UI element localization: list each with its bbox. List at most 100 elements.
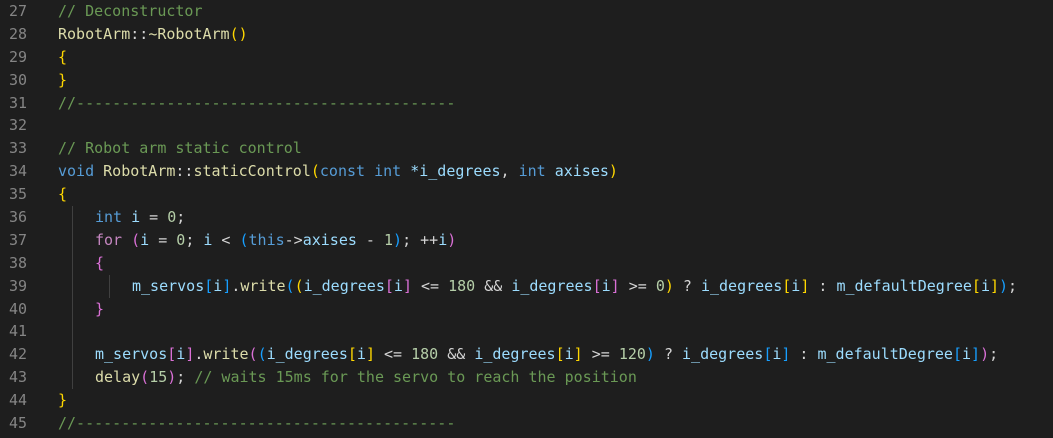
- code-token: //--------------------------------------…: [58, 93, 456, 112]
- code-token: ;: [1008, 276, 1018, 295]
- code-token: 120: [618, 345, 646, 364]
- line-number: 29: [8, 47, 27, 66]
- indent-guide: [72, 206, 73, 229]
- code-token: [: [971, 276, 981, 295]
- code-line[interactable]: 43 delay(15); // waits 15ms for the servo…: [0, 366, 1053, 390]
- code-text: // Deconstructor: [58, 0, 203, 23]
- code-token: // Deconstructor: [58, 2, 203, 20]
- code-token: int: [518, 162, 546, 181]
- code-token: ;: [185, 230, 204, 249]
- code-line[interactable]: 36 int i = 0;: [0, 206, 1053, 229]
- line-number: 45: [8, 414, 27, 433]
- code-token: {: [58, 47, 68, 66]
- code-token: ?: [654, 345, 683, 364]
- code-token: RobotArm: [103, 162, 176, 181]
- code-token: write: [203, 345, 249, 364]
- code-token: (): [229, 24, 248, 43]
- code-token: [: [555, 345, 565, 364]
- code-text: // Robot arm static control: [58, 137, 302, 160]
- code-text: int i = 0;: [95, 206, 185, 229]
- line-number: 30: [8, 70, 27, 89]
- code-token: :: [809, 276, 837, 295]
- code-token: 1: [384, 230, 394, 249]
- code-token: int: [95, 208, 123, 227]
- line-number: 37: [8, 230, 27, 249]
- indent-guide: [72, 228, 73, 252]
- code-token: void: [58, 162, 95, 181]
- line-number: 43: [8, 368, 27, 387]
- code-token: i: [140, 230, 150, 249]
- code-token: <=: [411, 276, 449, 295]
- code-line[interactable]: 41: [0, 320, 1053, 344]
- code-line[interactable]: 45 //------------------------------------…: [0, 412, 1053, 435]
- code-line[interactable]: 38 {: [0, 251, 1053, 275]
- code-text: {: [58, 183, 67, 206]
- code-token: =: [140, 208, 168, 227]
- code-token: [: [952, 345, 962, 364]
- line-number: 33: [8, 139, 27, 158]
- code-token: for: [95, 230, 123, 249]
- code-token: axises: [302, 230, 357, 249]
- code-token: {: [95, 253, 105, 272]
- code-token: {: [58, 185, 68, 204]
- code-text: }: [58, 389, 67, 412]
- code-token: ::: [175, 162, 194, 181]
- line-number: 34: [8, 162, 27, 181]
- code-token: axises: [554, 162, 609, 181]
- code-token: }: [58, 70, 68, 89]
- code-token: m_servos: [132, 276, 205, 295]
- code-line[interactable]: 29 {: [0, 46, 1053, 69]
- code-line[interactable]: 28 RobotArm::~RobotArm(): [0, 23, 1053, 46]
- code-line[interactable]: 44}: [0, 389, 1053, 412]
- code-token: i: [176, 345, 186, 364]
- code-token: //--------------------------------------…: [58, 414, 456, 433]
- code-line[interactable]: 33 // Robot arm static control: [0, 137, 1053, 160]
- code-token: &&: [438, 345, 475, 364]
- code-token: }: [95, 299, 105, 318]
- code-token: i: [962, 345, 972, 364]
- code-text: delay(15); // waits 15ms for the servo t…: [95, 366, 637, 389]
- code-text: for (i = 0; i < (this->axises - 1); ++i): [95, 229, 456, 252]
- code-token: <: [212, 230, 240, 249]
- indent-guide: [72, 366, 73, 390]
- code-token: RobotArm: [58, 24, 131, 43]
- code-token: delay: [95, 368, 141, 387]
- code-line[interactable]: 40}: [0, 297, 1053, 321]
- code-line[interactable]: 42 m_servos[i].write((i_degrees[i] <= 180…: [0, 343, 1053, 367]
- code-text: m_servos[i].write((i_degrees[i] <= 180 &…: [95, 343, 998, 366]
- code-token: [: [384, 276, 394, 295]
- code-token: ]: [365, 345, 375, 364]
- code-token: i: [980, 276, 990, 295]
- code-token: ): [664, 276, 674, 295]
- code-line[interactable]: 31 //------------------------------------…: [0, 92, 1053, 115]
- code-token: 0: [176, 230, 186, 249]
- code-line[interactable]: 37 for (i = 0; i < (this->axises - 1); ++…: [0, 228, 1053, 252]
- code-token: ,: [500, 162, 519, 181]
- code-token: [: [592, 276, 602, 295]
- indent-guide: [72, 320, 73, 344]
- code-editor[interactable]: 27// Deconstructor 28 RobotArm::~RobotArm(…: [0, 0, 1053, 438]
- code-line[interactable]: 32: [0, 114, 1053, 137]
- code-token: ): [999, 276, 1009, 295]
- code-token: (: [285, 276, 295, 295]
- indent-guide: [72, 251, 73, 275]
- code-token: ;: [176, 208, 186, 227]
- code-line[interactable]: 39 m_servos[i].write((i_degrees[i] <= 180…: [0, 274, 1053, 298]
- code-text: RobotArm::~RobotArm(): [58, 23, 248, 46]
- code-token: 15: [149, 368, 168, 387]
- code-line[interactable]: 30}: [0, 69, 1053, 92]
- code-line[interactable]: 27 // Deconstructor: [0, 0, 1053, 23]
- code-token: i: [213, 276, 223, 295]
- code-token: ]: [989, 276, 999, 295]
- line-number: 35: [8, 185, 27, 204]
- code-token: // waits 15ms for the servo to reach the…: [194, 368, 637, 387]
- code-line[interactable]: 35 {: [0, 183, 1053, 206]
- code-token: ;: [989, 345, 999, 364]
- code-token: i: [131, 208, 141, 227]
- code-token: ]: [610, 276, 620, 295]
- code-token: ): [447, 230, 457, 249]
- code-line[interactable]: 34 void RobotArm::staticControl(const int…: [0, 160, 1053, 183]
